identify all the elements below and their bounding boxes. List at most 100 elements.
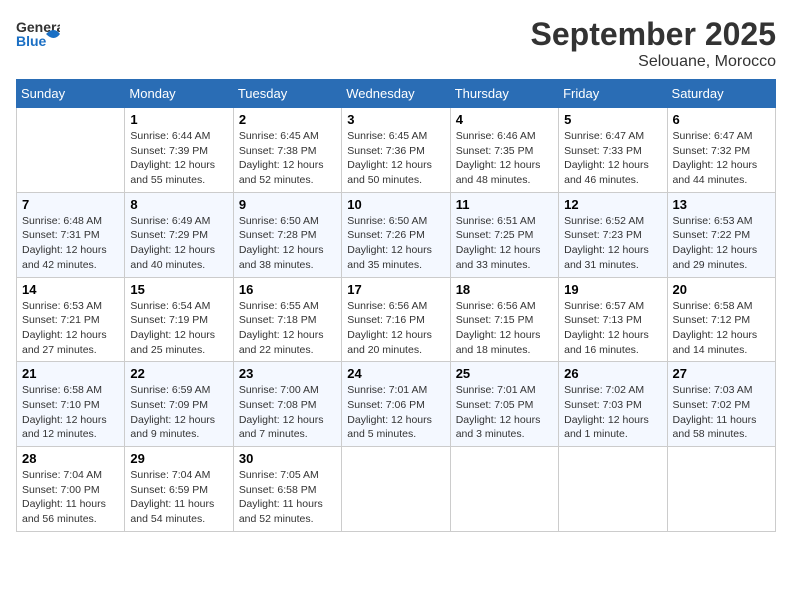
day-cell: 22Sunrise: 6:59 AM Sunset: 7:09 PM Dayli… xyxy=(125,362,233,447)
week-row-4: 21Sunrise: 6:58 AM Sunset: 7:10 PM Dayli… xyxy=(17,362,776,447)
week-row-1: 1Sunrise: 6:44 AM Sunset: 7:39 PM Daylig… xyxy=(17,108,776,193)
col-header-monday: Monday xyxy=(125,80,233,108)
day-cell: 8 Sunrise: 6:49 AM Sunset: 7:29 PM Daylig… xyxy=(125,192,233,277)
day-number: 29 xyxy=(130,451,227,466)
day-info: Sunrise: 6:58 AM Sunset: 7:10 PM Dayligh… xyxy=(22,383,119,442)
day-number: 30 xyxy=(239,451,336,466)
day-info: Sunrise: 6:44 AM Sunset: 7:39 PM Dayligh… xyxy=(130,129,227,188)
svg-text:Blue: Blue xyxy=(16,33,47,49)
col-header-sunday: Sunday xyxy=(17,80,125,108)
day-number: 8 xyxy=(130,197,227,212)
day-info: Sunrise: 6:52 AM Sunset: 7:23 PM Dayligh… xyxy=(564,214,661,273)
week-row-3: 14 Sunrise: 6:53 AM Sunset: 7:21 PM Dayli… xyxy=(17,277,776,362)
day-number: 27 xyxy=(673,366,770,381)
day-info: Sunrise: 7:05 AM Sunset: 6:58 PM Dayligh… xyxy=(239,468,336,527)
day-cell xyxy=(559,447,667,532)
day-number: 28 xyxy=(22,451,119,466)
day-cell xyxy=(450,447,558,532)
location-title: Selouane, Morocco xyxy=(531,53,776,71)
day-cell: 1Sunrise: 6:44 AM Sunset: 7:39 PM Daylig… xyxy=(125,108,233,193)
day-info: Sunrise: 6:55 AM Sunset: 7:18 PM Dayligh… xyxy=(239,299,336,358)
day-number: 14 xyxy=(22,282,119,297)
day-cell: 28 Sunrise: 7:04 AM Sunset: 7:00 PM Dayli… xyxy=(17,447,125,532)
day-info: Sunrise: 6:56 AM Sunset: 7:16 PM Dayligh… xyxy=(347,299,444,358)
day-cell: 4 Sunrise: 6:46 AM Sunset: 7:35 PM Daylig… xyxy=(450,108,558,193)
day-info: Sunrise: 6:53 AM Sunset: 7:21 PM Dayligh… xyxy=(22,299,119,358)
col-header-tuesday: Tuesday xyxy=(233,80,341,108)
col-header-saturday: Saturday xyxy=(667,80,775,108)
day-number: 24 xyxy=(347,366,444,381)
day-number: 16 xyxy=(239,282,336,297)
day-cell: 23 Sunrise: 7:00 AM Sunset: 7:08 PM Dayli… xyxy=(233,362,341,447)
day-number: 26 xyxy=(564,366,661,381)
day-cell: 12 Sunrise: 6:52 AM Sunset: 7:23 PM Dayli… xyxy=(559,192,667,277)
logo: General Blue xyxy=(16,16,64,52)
day-number: 2 xyxy=(239,112,336,127)
day-cell: 7 Sunrise: 6:48 AM Sunset: 7:31 PM Daylig… xyxy=(17,192,125,277)
day-cell: 16 Sunrise: 6:55 AM Sunset: 7:18 PM Dayli… xyxy=(233,277,341,362)
day-cell: 18Sunrise: 6:56 AM Sunset: 7:15 PM Dayli… xyxy=(450,277,558,362)
day-number: 5 xyxy=(564,112,661,127)
day-info: Sunrise: 7:01 AM Sunset: 7:05 PM Dayligh… xyxy=(456,383,553,442)
day-cell: 30 Sunrise: 7:05 AM Sunset: 6:58 PM Dayli… xyxy=(233,447,341,532)
day-info: Sunrise: 7:02 AM Sunset: 7:03 PM Dayligh… xyxy=(564,383,661,442)
day-number: 12 xyxy=(564,197,661,212)
day-number: 7 xyxy=(22,197,119,212)
day-info: Sunrise: 6:47 AM Sunset: 7:33 PM Dayligh… xyxy=(564,129,661,188)
day-cell: 11 Sunrise: 6:51 AM Sunset: 7:25 PM Dayli… xyxy=(450,192,558,277)
day-info: Sunrise: 7:04 AM Sunset: 7:00 PM Dayligh… xyxy=(22,468,119,527)
day-info: Sunrise: 7:04 AM Sunset: 6:59 PM Dayligh… xyxy=(130,468,227,527)
day-number: 13 xyxy=(673,197,770,212)
day-cell: 20 Sunrise: 6:58 AM Sunset: 7:12 PM Dayli… xyxy=(667,277,775,362)
day-number: 6 xyxy=(673,112,770,127)
day-number: 23 xyxy=(239,366,336,381)
day-info: Sunrise: 6:50 AM Sunset: 7:26 PM Dayligh… xyxy=(347,214,444,273)
day-info: Sunrise: 7:01 AM Sunset: 7:06 PM Dayligh… xyxy=(347,383,444,442)
day-info: Sunrise: 6:58 AM Sunset: 7:12 PM Dayligh… xyxy=(673,299,770,358)
day-number: 20 xyxy=(673,282,770,297)
col-header-wednesday: Wednesday xyxy=(342,80,450,108)
day-info: Sunrise: 6:49 AM Sunset: 7:29 PM Dayligh… xyxy=(130,214,227,273)
day-info: Sunrise: 6:45 AM Sunset: 7:36 PM Dayligh… xyxy=(347,129,444,188)
day-cell xyxy=(17,108,125,193)
day-cell: 15 Sunrise: 6:54 AM Sunset: 7:19 PM Dayli… xyxy=(125,277,233,362)
day-info: Sunrise: 6:47 AM Sunset: 7:32 PM Dayligh… xyxy=(673,129,770,188)
day-number: 25 xyxy=(456,366,553,381)
day-number: 17 xyxy=(347,282,444,297)
day-number: 11 xyxy=(456,197,553,212)
day-cell: 27 Sunrise: 7:03 AM Sunset: 7:02 PM Dayli… xyxy=(667,362,775,447)
page-header: General Blue September 2025 Selouane, Mo… xyxy=(16,16,776,71)
day-info: Sunrise: 6:53 AM Sunset: 7:22 PM Dayligh… xyxy=(673,214,770,273)
day-cell: 5 Sunrise: 6:47 AM Sunset: 7:33 PM Daylig… xyxy=(559,108,667,193)
col-header-friday: Friday xyxy=(559,80,667,108)
day-info: Sunrise: 6:57 AM Sunset: 7:13 PM Dayligh… xyxy=(564,299,661,358)
day-cell: 25 Sunrise: 7:01 AM Sunset: 7:05 PM Dayli… xyxy=(450,362,558,447)
day-info: Sunrise: 7:03 AM Sunset: 7:02 PM Dayligh… xyxy=(673,383,770,442)
day-cell: 3 Sunrise: 6:45 AM Sunset: 7:36 PM Daylig… xyxy=(342,108,450,193)
day-info: Sunrise: 6:46 AM Sunset: 7:35 PM Dayligh… xyxy=(456,129,553,188)
day-number: 22 xyxy=(130,366,227,381)
day-number: 19 xyxy=(564,282,661,297)
week-row-5: 28 Sunrise: 7:04 AM Sunset: 7:00 PM Dayli… xyxy=(17,447,776,532)
day-number: 4 xyxy=(456,112,553,127)
day-cell: 21Sunrise: 6:58 AM Sunset: 7:10 PM Dayli… xyxy=(17,362,125,447)
day-cell xyxy=(342,447,450,532)
day-number: 15 xyxy=(130,282,227,297)
week-row-2: 7 Sunrise: 6:48 AM Sunset: 7:31 PM Daylig… xyxy=(17,192,776,277)
day-info: Sunrise: 6:45 AM Sunset: 7:38 PM Dayligh… xyxy=(239,129,336,188)
day-cell xyxy=(667,447,775,532)
day-cell: 10 Sunrise: 6:50 AM Sunset: 7:26 PM Dayli… xyxy=(342,192,450,277)
day-cell: 2 Sunrise: 6:45 AM Sunset: 7:38 PM Daylig… xyxy=(233,108,341,193)
day-info: Sunrise: 6:50 AM Sunset: 7:28 PM Dayligh… xyxy=(239,214,336,273)
day-number: 3 xyxy=(347,112,444,127)
title-block: September 2025 Selouane, Morocco xyxy=(531,16,776,71)
col-header-thursday: Thursday xyxy=(450,80,558,108)
day-info: Sunrise: 6:51 AM Sunset: 7:25 PM Dayligh… xyxy=(456,214,553,273)
day-cell: 9Sunrise: 6:50 AM Sunset: 7:28 PM Daylig… xyxy=(233,192,341,277)
day-info: Sunrise: 6:54 AM Sunset: 7:19 PM Dayligh… xyxy=(130,299,227,358)
day-info: Sunrise: 6:56 AM Sunset: 7:15 PM Dayligh… xyxy=(456,299,553,358)
day-info: Sunrise: 6:48 AM Sunset: 7:31 PM Dayligh… xyxy=(22,214,119,273)
day-info: Sunrise: 7:00 AM Sunset: 7:08 PM Dayligh… xyxy=(239,383,336,442)
day-number: 10 xyxy=(347,197,444,212)
day-cell: 13 Sunrise: 6:53 AM Sunset: 7:22 PM Dayli… xyxy=(667,192,775,277)
